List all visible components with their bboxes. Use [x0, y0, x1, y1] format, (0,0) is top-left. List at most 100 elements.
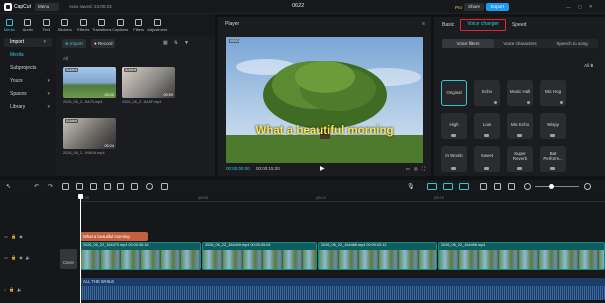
- tab-speed[interactable]: Speed: [506, 19, 532, 31]
- media-thumbnail[interactable]: Added 00:24: [63, 118, 116, 149]
- voice-filter-wispy[interactable]: Wispy: [540, 113, 566, 139]
- crop-icon[interactable]: [161, 183, 168, 190]
- cover-button[interactable]: Cover: [60, 249, 77, 269]
- voice-filter-mic-hog[interactable]: Mic Hog: [540, 80, 566, 106]
- split-right-icon[interactable]: [90, 183, 97, 190]
- pro-badge[interactable]: Pro: [455, 5, 462, 10]
- sidebar-item-import[interactable]: Import: [4, 38, 52, 47]
- close-icon[interactable]: ✕: [589, 4, 593, 10]
- sidebar-item-subprojects[interactable]: Subprojects: [0, 62, 56, 75]
- media-thumbnail[interactable]: Added 00:22: [63, 67, 116, 98]
- zoom-out-icon[interactable]: [524, 183, 531, 190]
- video-clip[interactable]: 2026_06_22_164496.mp4: [438, 242, 605, 270]
- player-menu-icon[interactable]: ≡: [422, 21, 425, 27]
- redo-icon[interactable]: ↷: [48, 183, 55, 190]
- voice-filter-echo[interactable]: Echo: [474, 80, 500, 106]
- tab-audio[interactable]: Audio: [19, 14, 38, 36]
- share-button[interactable]: Share: [464, 3, 485, 11]
- video-preview[interactable]: 0000 What a beautiful morning: [226, 37, 423, 163]
- mirror-icon[interactable]: [131, 183, 138, 190]
- filter-icon[interactable]: ▼: [184, 40, 189, 46]
- voice-filter-music-hall[interactable]: Music Hall: [507, 80, 533, 106]
- visibility-icon[interactable]: ◉: [19, 234, 23, 240]
- delete-icon[interactable]: [104, 183, 111, 190]
- voice-filter-bat-perform[interactable]: Bat Perform...: [540, 146, 566, 172]
- tab-stickers[interactable]: Stickers: [56, 14, 75, 36]
- tab-text[interactable]: Text: [37, 14, 56, 36]
- voice-filter-super-reverb[interactable]: Super Reverb: [507, 146, 533, 172]
- play-icon[interactable]: ▶: [320, 164, 325, 174]
- voice-filter-low[interactable]: Low: [474, 113, 500, 139]
- lock-icon[interactable]: 🔒: [11, 255, 16, 261]
- lock-icon[interactable]: 🔒: [11, 234, 16, 240]
- lock-icon[interactable]: 🔒: [9, 287, 14, 293]
- minimize-icon[interactable]: —: [566, 5, 571, 10]
- record-button[interactable]: ● Record: [91, 39, 116, 48]
- select-tool-icon[interactable]: ↖: [6, 183, 13, 190]
- tab-captions[interactable]: Captions: [111, 14, 130, 36]
- time-ruler[interactable]: 00:00 |00:05 |00:10 |00:15: [80, 196, 605, 202]
- tab-filters[interactable]: Filters: [130, 14, 149, 36]
- sidebar-item-spaces[interactable]: Spaces: [0, 88, 56, 101]
- text-clip[interactable]: What a beautiful morning: [80, 232, 148, 241]
- mute-icon[interactable]: 🔈: [26, 255, 31, 261]
- pro-lock-icon: [517, 167, 522, 170]
- snapshot-icon[interactable]: ◎: [414, 164, 418, 174]
- tab-transitions[interactable]: Transitions: [92, 14, 111, 36]
- sort-icon[interactable]: ⇅: [174, 40, 178, 46]
- transitions-icon: [98, 18, 106, 26]
- tab-voice-changer[interactable]: Voice changer: [460, 19, 506, 31]
- filter-dropdown[interactable]: All ⩨: [584, 63, 593, 68]
- fullscreen-icon[interactable]: ⛶: [422, 164, 425, 174]
- media-section-label: All: [63, 56, 69, 61]
- zoom-in-icon[interactable]: [584, 183, 591, 190]
- tab-media[interactable]: Media: [0, 14, 19, 36]
- shield-icon[interactable]: [146, 183, 153, 190]
- microphone-icon[interactable]: 🎙: [407, 183, 415, 190]
- split-left-icon[interactable]: [76, 183, 83, 190]
- audio-clip[interactable]: ALL THE WHILE: [80, 278, 605, 300]
- sidebar-item-yours[interactable]: Yours: [0, 75, 56, 88]
- magnet-icon[interactable]: [443, 183, 453, 190]
- mute-icon[interactable]: 🔈: [17, 287, 22, 293]
- visibility-icon[interactable]: ◉: [19, 255, 23, 261]
- fit-icon[interactable]: [508, 183, 515, 190]
- subtab-voice-characters[interactable]: Voice characters: [494, 39, 546, 48]
- undo-icon[interactable]: ↶: [34, 183, 41, 190]
- tab-effects[interactable]: Effects: [74, 14, 93, 36]
- voice-filter-mic-echo[interactable]: Mic Echo: [507, 113, 533, 139]
- maximize-icon[interactable]: ▢: [578, 4, 582, 10]
- ratio-icon[interactable]: ▭: [406, 164, 410, 174]
- title-actions: Pro Share Export: [455, 3, 510, 11]
- export-button[interactable]: Export: [486, 3, 510, 11]
- tab-adjustment[interactable]: Adjustment: [147, 14, 167, 36]
- player-panel: Player ≡ 0000 What a beautiful morning 0…: [218, 17, 431, 176]
- video-clip[interactable]: 2026_06_22_164488.mp4 00:00:03:12: [318, 242, 437, 270]
- sidebar-item-library[interactable]: Library: [0, 101, 56, 114]
- grid-view-icon[interactable]: ▦: [163, 40, 168, 46]
- video-clip[interactable]: 2026_06_22_164470.mp4 00:00:06:16: [80, 242, 201, 270]
- zoom-slider[interactable]: [535, 186, 579, 187]
- voice-filter-original[interactable]: Original: [441, 80, 467, 106]
- import-button[interactable]: ⊕ Import: [62, 39, 86, 48]
- tool-tabs: Media Audio Text Stickers Effects Transi…: [0, 14, 215, 36]
- freeze-icon[interactable]: [117, 183, 124, 190]
- video-track-icon: ▭: [4, 255, 8, 260]
- voice-filter-sweet[interactable]: Sweet: [474, 146, 500, 172]
- subtab-speech-to-song[interactable]: Speech to song: [546, 39, 598, 48]
- sidebar-item-media[interactable]: Media: [0, 49, 56, 62]
- align-icon[interactable]: [494, 183, 501, 190]
- playhead[interactable]: [78, 194, 83, 303]
- preview-axis-icon[interactable]: [480, 183, 487, 190]
- subtab-voice-filters[interactable]: Voice filters: [442, 39, 494, 48]
- snap-icon[interactable]: [459, 183, 469, 190]
- split-icon[interactable]: [62, 183, 69, 190]
- link-icon[interactable]: [427, 183, 437, 190]
- zoom-slider-handle[interactable]: [549, 184, 554, 189]
- media-thumbnail[interactable]: Added 00:09: [122, 67, 175, 98]
- video-clip[interactable]: 2026_06_22_164449.mp4 00:00:05:04: [202, 242, 317, 270]
- tab-basic[interactable]: Basic: [436, 19, 460, 31]
- voice-filter-in-womb[interactable]: In Womb: [441, 146, 467, 172]
- menu-button[interactable]: Menu: [35, 3, 59, 11]
- voice-filter-high[interactable]: High: [441, 113, 467, 139]
